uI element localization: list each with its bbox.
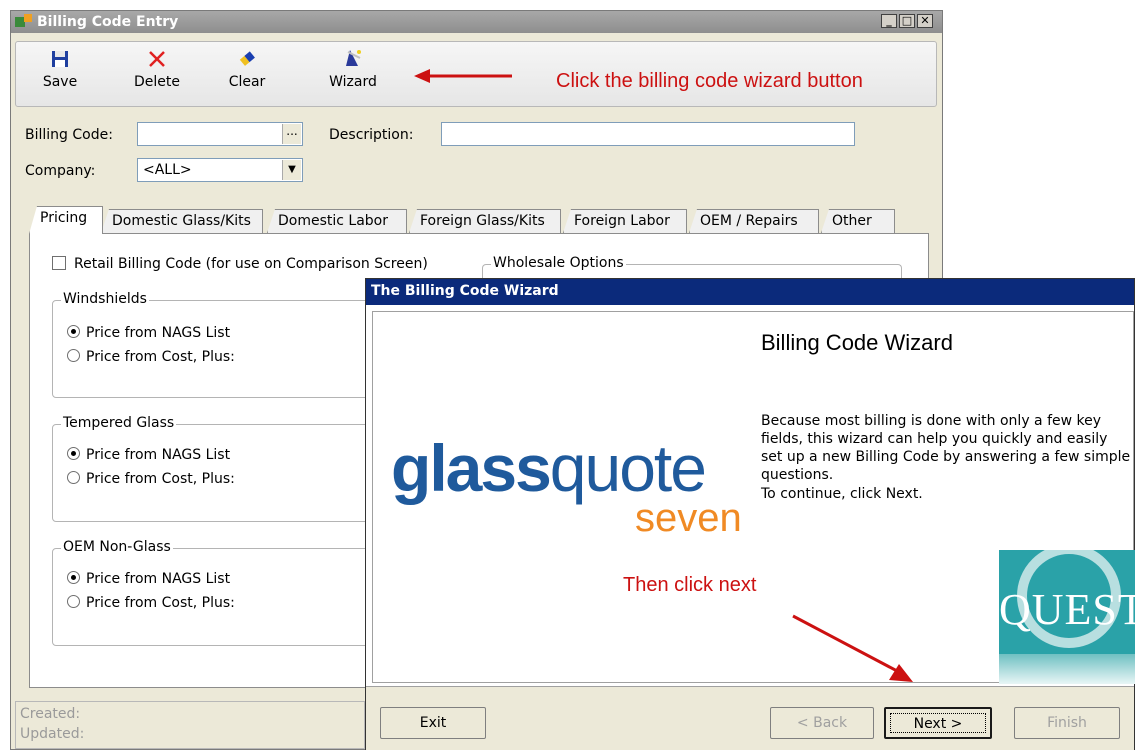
wizard-heading: Billing Code Wizard bbox=[761, 330, 953, 355]
oem-nags-radio[interactable]: Price from NAGS List bbox=[67, 571, 230, 587]
updated-label: Updated: bbox=[20, 726, 85, 742]
next-button[interactable]: Next > bbox=[884, 707, 992, 739]
windshields-cost-radio[interactable]: Price from Cost, Plus: bbox=[67, 349, 235, 365]
company-select[interactable]: <ALL> ▼ bbox=[137, 158, 303, 182]
billing-code-label: Billing Code: bbox=[25, 127, 113, 143]
description-label: Description: bbox=[329, 127, 414, 143]
eraser-icon bbox=[239, 51, 255, 66]
quest-logo: QUEST bbox=[999, 550, 1135, 684]
tempered-glass-group: Tempered Glass Price from NAGS List Pric… bbox=[52, 415, 372, 522]
chevron-down-icon[interactable]: ▼ bbox=[282, 160, 301, 180]
billing-code-wizard-dialog: The Billing Code Wizard Billing Code Wiz… bbox=[365, 278, 1135, 750]
floppy-disk-icon bbox=[52, 51, 68, 67]
wizard-title-bar: The Billing Code Wizard bbox=[366, 279, 1134, 305]
wholesale-options-title: Wholesale Options bbox=[491, 255, 626, 271]
windshields-title: Windshields bbox=[61, 291, 149, 307]
tempered-cost-radio[interactable]: Price from Cost, Plus: bbox=[67, 471, 235, 487]
oem-non-glass-group: OEM Non-Glass Price from NAGS List Price… bbox=[52, 539, 372, 646]
red-arrow-next bbox=[792, 614, 913, 682]
annotation-next: Then click next bbox=[623, 574, 757, 596]
tempered-glass-title: Tempered Glass bbox=[61, 415, 177, 431]
wizard-wand-icon bbox=[346, 50, 361, 66]
red-x-icon bbox=[149, 51, 165, 67]
app-logo-icon bbox=[15, 14, 32, 27]
wizard-body-text: Because most billing is done with only a… bbox=[761, 413, 1131, 483]
radio-selected-icon bbox=[67, 447, 80, 460]
delete-button[interactable]: Delete bbox=[128, 48, 186, 90]
radio-empty-icon bbox=[67, 471, 80, 484]
radio-empty-icon bbox=[67, 349, 80, 362]
title-bar: Billing Code Entry _ □ ✕ bbox=[11, 11, 942, 33]
close-button[interactable]: ✕ bbox=[917, 14, 933, 28]
maximize-button[interactable]: □ bbox=[899, 14, 915, 28]
retail-checkbox[interactable]: Retail Billing Code (for use on Comparis… bbox=[52, 256, 428, 272]
company-label: Company: bbox=[25, 163, 96, 179]
clear-label: Clear bbox=[228, 74, 266, 90]
minimize-button[interactable]: _ bbox=[881, 14, 897, 28]
oem-non-glass-title: OEM Non-Glass bbox=[61, 539, 173, 555]
red-arrow-wizard bbox=[414, 69, 512, 83]
windshields-group: Windshields Price from NAGS List Price f… bbox=[52, 291, 372, 398]
wizard-label: Wizard bbox=[329, 74, 377, 90]
browse-button[interactable]: ... bbox=[282, 124, 301, 144]
tab-domestic-labor[interactable]: Domestic Labor bbox=[267, 209, 407, 233]
description-field[interactable] bbox=[441, 122, 855, 146]
tab-pricing[interactable]: Pricing bbox=[29, 206, 103, 234]
focus-rect bbox=[890, 713, 986, 733]
created-label: Created: bbox=[20, 706, 81, 722]
wizard-title: The Billing Code Wizard bbox=[371, 283, 559, 299]
window-title: Billing Code Entry bbox=[37, 14, 179, 30]
save-button[interactable]: Save bbox=[38, 48, 82, 90]
tab-domestic-glass-kits[interactable]: Domestic Glass/Kits bbox=[101, 209, 263, 233]
retail-checkbox-label: Retail Billing Code (for use on Comparis… bbox=[74, 256, 428, 272]
back-button[interactable]: < Back bbox=[770, 707, 874, 739]
wizard-content: Billing Code Wizard glassquote seven Bec… bbox=[372, 311, 1135, 684]
glassquote-seven-logo: seven bbox=[635, 496, 742, 540]
clear-button[interactable]: Clear bbox=[224, 48, 270, 90]
exit-button[interactable]: Exit bbox=[380, 707, 486, 739]
windshields-nags-radio[interactable]: Price from NAGS List bbox=[67, 325, 230, 341]
quest-logo-text: QUEST bbox=[999, 585, 1135, 634]
radio-selected-icon bbox=[67, 325, 80, 338]
radio-selected-icon bbox=[67, 571, 80, 584]
save-label: Save bbox=[42, 74, 78, 90]
oem-cost-radio[interactable]: Price from Cost, Plus: bbox=[67, 595, 235, 611]
toolbar: Save Delete Clear Wizard Click the billi… bbox=[15, 41, 937, 107]
radio-empty-icon bbox=[67, 595, 80, 608]
wizard-continue-text: To continue, click Next. bbox=[761, 486, 923, 502]
tempered-nags-radio[interactable]: Price from NAGS List bbox=[67, 447, 230, 463]
wizard-button-bar: Exit < Back Next > Finish bbox=[366, 686, 1134, 750]
tab-foreign-labor[interactable]: Foreign Labor bbox=[563, 209, 687, 233]
tab-other[interactable]: Other bbox=[821, 209, 895, 233]
glassquote-logo: glassquote bbox=[391, 431, 707, 505]
tab-foreign-glass-kits[interactable]: Foreign Glass/Kits bbox=[409, 209, 561, 233]
quest-logo-band bbox=[999, 654, 1135, 684]
tab-oem-repairs[interactable]: OEM / Repairs bbox=[689, 209, 819, 233]
billing-code-field[interactable]: ... bbox=[137, 122, 303, 146]
wizard-button[interactable]: Wizard bbox=[322, 48, 384, 90]
checkbox-icon[interactable] bbox=[52, 256, 66, 270]
annotation-wizard: Click the billing code wizard button bbox=[556, 70, 863, 92]
status-bar: Created: Updated: bbox=[15, 701, 365, 749]
delete-label: Delete bbox=[134, 74, 180, 90]
finish-button[interactable]: Finish bbox=[1014, 707, 1120, 739]
